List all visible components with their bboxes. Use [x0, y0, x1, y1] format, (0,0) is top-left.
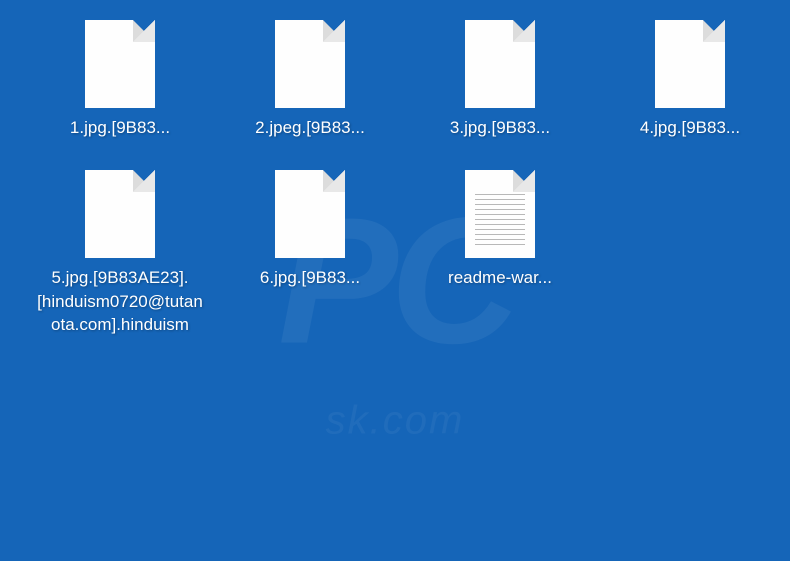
blank-file-icon	[275, 170, 345, 258]
file-icon	[85, 20, 155, 108]
file-icon	[655, 20, 725, 108]
desktop-area: 1.jpg.[9B83... 2.jpeg.[9B83... 3.jpg.[9B…	[0, 0, 790, 357]
text-lines-decoration	[475, 194, 525, 246]
blank-file-icon	[275, 20, 345, 108]
file-icon	[465, 170, 535, 258]
file-label: 1.jpg.[9B83...	[70, 116, 170, 140]
file-item[interactable]: 1.jpg.[9B83...	[30, 20, 210, 140]
file-icon	[465, 20, 535, 108]
blank-file-icon	[85, 170, 155, 258]
file-icon	[275, 20, 345, 108]
file-label: 6.jpg.[9B83...	[260, 266, 360, 290]
file-item[interactable]: 5.jpg.[9B83AE23].[hinduism0720@tutanota.…	[30, 170, 210, 337]
file-label: 3.jpg.[9B83...	[450, 116, 550, 140]
blank-file-icon	[655, 20, 725, 108]
file-label: readme-war...	[448, 266, 552, 290]
watermark-sub: sk.com	[326, 398, 465, 443]
text-file-icon	[465, 170, 535, 258]
file-label: 2.jpeg.[9B83...	[255, 116, 365, 140]
file-icon	[85, 170, 155, 258]
file-item[interactable]: 4.jpg.[9B83...	[600, 20, 780, 140]
file-item[interactable]: 3.jpg.[9B83...	[410, 20, 590, 140]
blank-file-icon	[465, 20, 535, 108]
blank-file-icon	[85, 20, 155, 108]
file-item[interactable]: 6.jpg.[9B83...	[220, 170, 400, 337]
file-item[interactable]: 2.jpeg.[9B83...	[220, 20, 400, 140]
file-icon	[275, 170, 345, 258]
file-label: 5.jpg.[9B83AE23].[hinduism0720@tutanota.…	[35, 266, 205, 337]
file-item[interactable]: readme-war...	[410, 170, 590, 337]
file-label: 4.jpg.[9B83...	[640, 116, 740, 140]
